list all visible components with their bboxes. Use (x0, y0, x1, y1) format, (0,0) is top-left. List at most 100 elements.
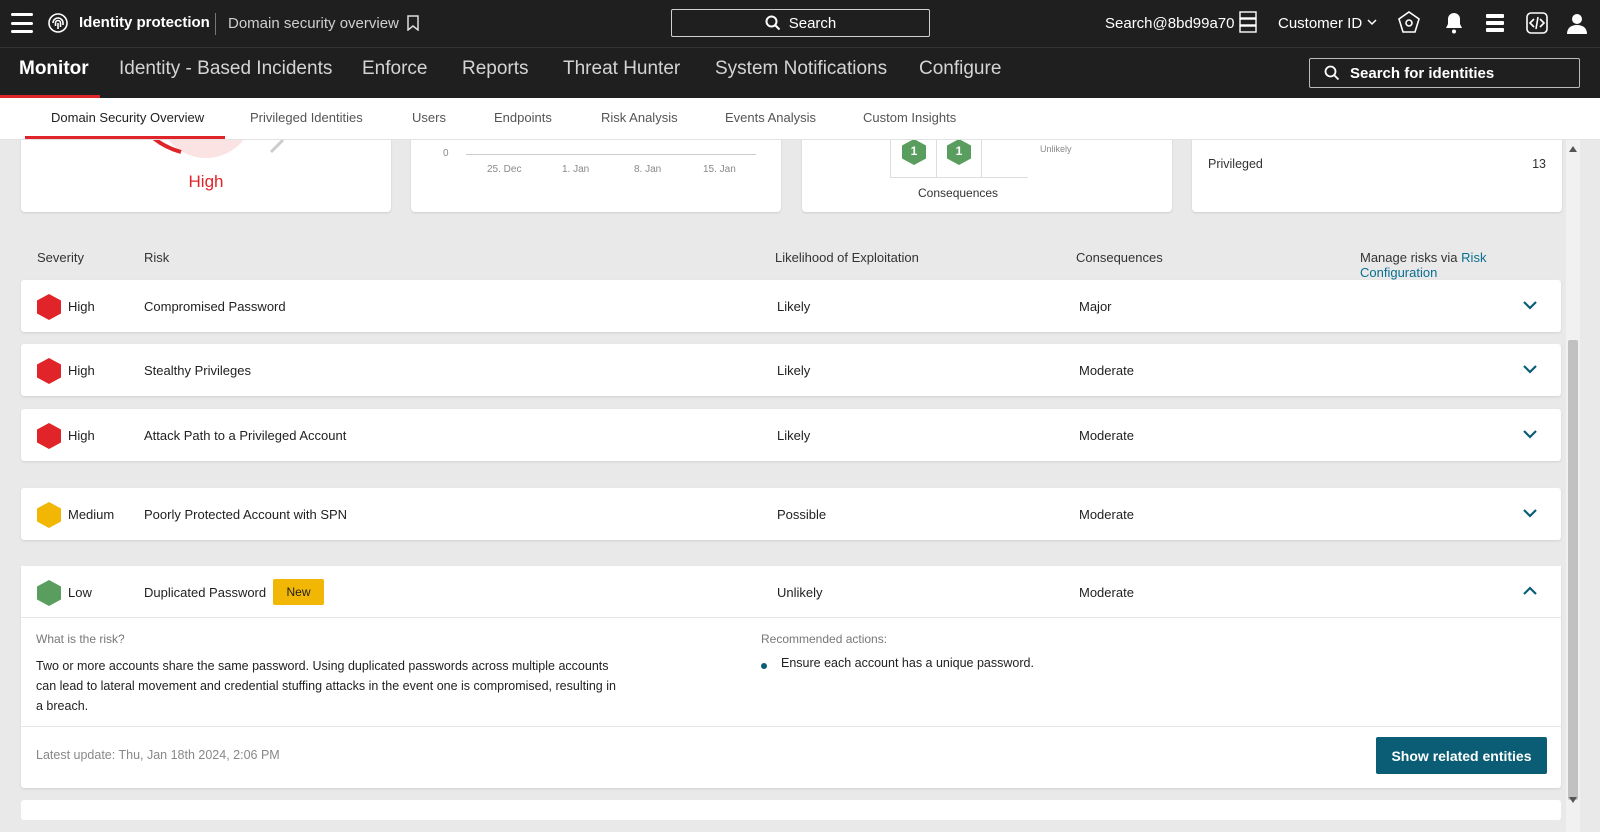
manage-risks-prefix: Manage risks via (1360, 250, 1458, 265)
active-tab-indicator (25, 136, 225, 139)
col-header-risk: Risk (144, 250, 170, 265)
row-risk: Compromised Password (144, 299, 286, 314)
chart-axis-zero: 0 (443, 148, 449, 159)
nav-monitor[interactable]: Monitor (19, 58, 89, 80)
row-likelihood: Likely (777, 299, 811, 314)
chart-date-label: 25. Dec (487, 164, 522, 175)
identity-search-input[interactable]: Search for identities (1309, 58, 1580, 88)
chevron-down-icon[interactable] (1523, 508, 1537, 518)
customer-id-dropdown[interactable]: Customer ID (1278, 15, 1362, 32)
next-risk-row[interactable] (21, 800, 1561, 820)
chevron-down-icon (1367, 19, 1377, 26)
global-search-button[interactable]: Search (671, 9, 930, 37)
medium-severity-hex-icon (37, 502, 61, 528)
row-risk: Stealthy Privileges (144, 363, 251, 378)
row-consequences: Moderate (1079, 428, 1134, 443)
scroll-down-arrow-icon[interactable] (1569, 797, 1577, 803)
trend-chart-card: 0 25. Dec 1. Jan 8. Jan 15. Jan (411, 140, 781, 212)
chart-date-label: 8. Jan (634, 164, 662, 175)
matrix-value: 1 (955, 144, 963, 158)
risk-row[interactable]: High Compromised Password Likely Major (21, 280, 1561, 332)
integrations-icon[interactable] (1483, 11, 1507, 35)
app-name: Identity protection (79, 14, 210, 31)
recommended-actions-label: Recommended actions: (761, 632, 888, 646)
col-header-likelihood: Likelihood of Exploitation (775, 250, 919, 265)
nav-configure[interactable]: Configure (919, 58, 1001, 80)
risk-description: Two or more accounts share the same pass… (36, 659, 616, 713)
show-related-entities-button[interactable]: Show related entities (1376, 737, 1547, 774)
risk-row[interactable]: Medium Poorly Protected Account with SPN… (21, 488, 1561, 540)
row-likelihood: Possible (777, 507, 827, 522)
risk-row[interactable]: High Stealthy Privileges Likely Moderate (21, 344, 1561, 396)
nav-system-notifications[interactable]: System Notifications (715, 58, 887, 80)
latest-update: Latest update: Thu, Jan 18th 2024, 2:06 … (36, 748, 280, 762)
recommended-action-item: Ensure each account has a unique passwor… (781, 656, 1034, 670)
risk-level-card: High (21, 140, 391, 212)
scrollbar[interactable] (1566, 140, 1580, 832)
scroll-up-arrow-icon[interactable] (1569, 146, 1577, 152)
manage-risks: Manage risks via Risk Configuration (1360, 250, 1566, 280)
identities-card: Privileged 13 (1192, 140, 1562, 212)
risk-level-value: High (188, 172, 224, 191)
bookmark-icon[interactable] (407, 15, 419, 31)
row-severity: High (68, 299, 95, 314)
chevron-down-icon[interactable] (1523, 364, 1537, 374)
row-consequences: Major (1079, 299, 1112, 314)
risk-matrix-card: 1 1 Unlikely Consequences (802, 140, 1172, 212)
tab-endpoints[interactable]: Endpoints (494, 110, 552, 125)
low-severity-hex-icon (37, 580, 61, 606)
chart-date-label: 15. Jan (703, 164, 736, 175)
main-navigation: Monitor Identity - Based Incidents Enfor… (0, 47, 1600, 98)
fingerprint-icon (48, 13, 68, 33)
matrix-value: 1 (910, 144, 918, 158)
chevron-down-icon[interactable] (1523, 300, 1537, 310)
user-account[interactable]: Search@8bd99a70 (1105, 15, 1235, 32)
scrollbar-thumb[interactable] (1568, 340, 1578, 800)
tab-domain-security-overview[interactable]: Domain Security Overview (51, 110, 204, 125)
nav-threat-hunter[interactable]: Threat Hunter (563, 58, 680, 80)
tab-custom-insights[interactable]: Custom Insights (863, 110, 956, 125)
row-risk: Poorly Protected Account with SPN (144, 507, 348, 522)
row-severity: Medium (68, 507, 115, 522)
user-profile-icon[interactable] (1565, 11, 1589, 35)
row-consequences: Moderate (1079, 585, 1134, 600)
shield-badge-icon[interactable] (1397, 11, 1421, 35)
expanded-row-header[interactable]: Low Duplicated Password New Unlikely Mod… (21, 566, 1561, 618)
tab-users[interactable]: Users (412, 110, 446, 125)
matrix-divider (981, 140, 982, 178)
chart-axis-line (466, 154, 756, 155)
row-severity: High (68, 363, 95, 378)
risk-row[interactable]: High Attack Path to a Privileged Account… (21, 409, 1561, 461)
high-severity-hex-icon (37, 294, 61, 320)
chevron-down-icon[interactable] (1523, 429, 1537, 439)
risk-gauge (152, 140, 285, 158)
high-severity-hex-icon (37, 358, 61, 384)
privileged-label: Privileged (1208, 157, 1263, 171)
col-header-consequences: Consequences (1076, 250, 1163, 265)
row-likelihood: Likely (777, 428, 811, 443)
expanded-risk-row: Low Duplicated Password New Unlikely Mod… (21, 566, 1561, 788)
matrix-likelihood-label: Unlikely (1040, 144, 1072, 154)
nav-enforce[interactable]: Enforce (362, 58, 427, 80)
tab-events-analysis[interactable]: Events Analysis (725, 110, 816, 125)
nav-identity-based-incidents[interactable]: Identity - Based Incidents (119, 58, 332, 80)
search-icon (1324, 65, 1340, 81)
chevron-up-icon[interactable] (1523, 586, 1537, 596)
matrix-divider (936, 140, 937, 178)
notifications-bell-icon[interactable] (1442, 11, 1466, 35)
nav-reports[interactable]: Reports (462, 58, 529, 80)
server-icon[interactable] (1239, 11, 1257, 33)
row-consequences: Moderate (1079, 507, 1134, 522)
high-severity-hex-icon (37, 423, 61, 449)
main-content: High 0 25. Dec 1. Jan 8. Jan 15. Jan 1 1… (0, 140, 1566, 832)
row-likelihood: Likely (777, 363, 811, 378)
row-risk: Duplicated Password (144, 585, 267, 600)
developer-code-icon[interactable] (1525, 11, 1549, 35)
expanded-footer-divider (21, 726, 1561, 727)
hamburger-menu-icon[interactable] (11, 13, 33, 33)
tab-privileged-identities[interactable]: Privileged Identities (250, 110, 363, 125)
what-is-risk-label: What is the risk? (36, 632, 125, 646)
row-severity: Low (68, 585, 92, 600)
global-search-label: Search (788, 14, 837, 32)
tab-risk-analysis[interactable]: Risk Analysis (601, 110, 678, 125)
